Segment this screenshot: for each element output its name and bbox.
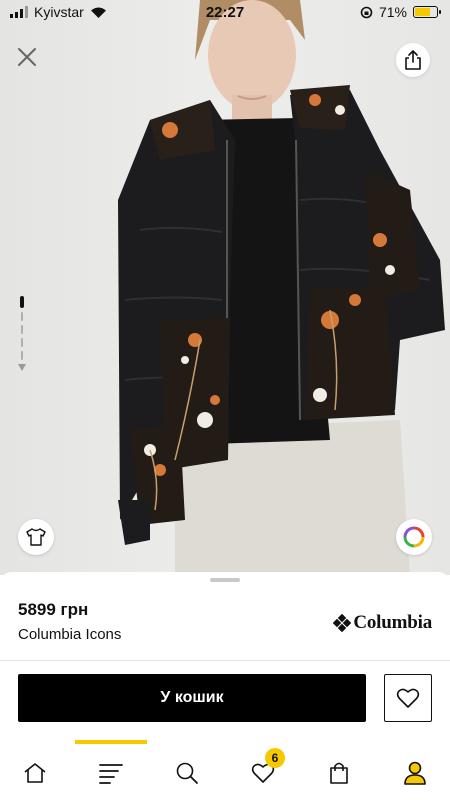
gallery-dot (21, 351, 23, 360)
product-image[interactable] (0, 0, 450, 575)
tshirt-icon (26, 528, 46, 546)
gallery-dot (21, 338, 23, 347)
gallery-indicator (18, 296, 26, 371)
share-icon (405, 50, 421, 70)
tab-catalog[interactable] (91, 756, 131, 790)
tab-profile[interactable] (395, 756, 435, 790)
brand-logo[interactable]: Columbia (333, 612, 432, 634)
heart-icon (396, 688, 420, 708)
tab-cart[interactable] (319, 756, 359, 790)
add-to-cart-button[interactable]: У кошик (18, 674, 366, 722)
gallery-dot (21, 325, 23, 334)
product-price: 5899 грн (18, 600, 89, 619)
status-right: 71% (360, 4, 441, 20)
brand-logo-text: Columbia (353, 612, 432, 633)
favorites-count-badge: 6 (265, 748, 285, 768)
color-picker-icon (403, 526, 425, 548)
profile-icon (404, 761, 426, 785)
close-icon (18, 48, 36, 66)
battery-icon (413, 6, 441, 18)
close-button[interactable] (14, 44, 40, 70)
active-tab-indicator (75, 740, 147, 744)
divider (0, 660, 450, 661)
shopping-bag-icon (330, 762, 348, 784)
columbia-diamond-icon (333, 614, 352, 632)
tab-home[interactable] (15, 756, 55, 790)
battery-fill (415, 8, 430, 16)
product-name: Columbia Icons (18, 626, 122, 643)
tab-favorites[interactable]: 6 (243, 748, 285, 790)
gallery-dot (21, 312, 23, 321)
gallery-more-arrow-icon (18, 364, 26, 371)
search-icon (176, 762, 198, 784)
home-icon (24, 763, 46, 783)
share-button[interactable] (396, 43, 430, 77)
sheet-grabber[interactable] (210, 578, 240, 582)
orientation-lock-icon (360, 6, 373, 18)
status-bar: Kyivstar 22:27 71% (0, 0, 450, 26)
gallery-dot-active (20, 296, 24, 308)
size-guide-button[interactable] (18, 519, 54, 555)
battery-percent: 71% (378, 4, 407, 20)
tab-bar: 6 (0, 738, 450, 800)
product-photo-illustration (0, 0, 450, 575)
tab-search[interactable] (167, 756, 207, 790)
favorite-button[interactable] (384, 674, 432, 722)
color-picker-button[interactable] (396, 519, 432, 555)
menu-icon (99, 764, 123, 784)
